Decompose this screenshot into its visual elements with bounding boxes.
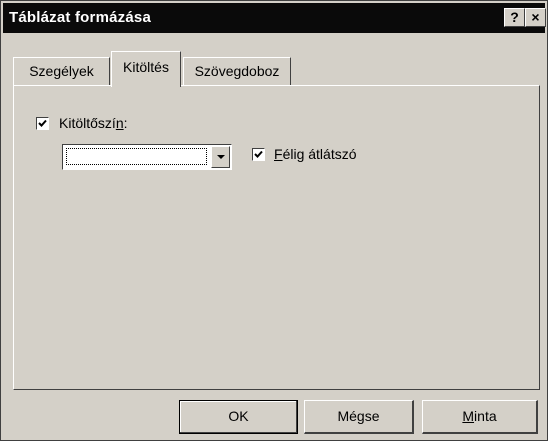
dropdown-arrow-button[interactable] <box>211 146 230 168</box>
cancel-button[interactable]: Mégse <box>304 400 414 434</box>
fill-color-label[interactable]: Kitöltőszín: <box>59 115 128 131</box>
fill-color-label-accel: n <box>115 115 124 131</box>
ok-button[interactable]: OK <box>179 400 298 434</box>
tab-textbox[interactable]: Szövegdoboz <box>183 57 291 85</box>
semi-transparent-label-accel: F <box>274 146 283 162</box>
help-button[interactable]: ? <box>504 8 525 27</box>
semi-transparent-checkbox[interactable] <box>252 148 265 161</box>
tab-borders[interactable]: Szegélyek <box>13 57 110 85</box>
fill-color-value[interactable] <box>66 148 207 165</box>
fill-color-checkbox[interactable] <box>36 117 49 130</box>
tab-fill[interactable]: Kitöltés <box>111 51 181 87</box>
sample-button-accel: M <box>462 408 475 424</box>
checkmark-icon <box>254 150 263 158</box>
fill-color-label-colon: : <box>123 115 128 131</box>
dialog-title: Táblázat formázása <box>9 9 151 26</box>
chevron-down-icon <box>217 155 225 159</box>
fill-color-label-text: Kitöltőszí <box>59 115 116 131</box>
sample-button-label: inta <box>474 408 497 424</box>
close-button[interactable]: × <box>525 8 546 27</box>
dialog-window: Táblázat formázása ? × Szegélyek Kitölté… <box>0 0 548 441</box>
semi-transparent-label[interactable]: Félig átlátszó <box>274 146 357 162</box>
title-bar[interactable]: Táblázat formázása ? × <box>3 3 546 33</box>
sample-button[interactable]: Minta <box>422 400 538 434</box>
fill-color-dropdown[interactable] <box>62 144 232 170</box>
semi-transparent-label-text: élig átlátszó <box>282 146 357 162</box>
checkmark-icon <box>38 119 47 127</box>
